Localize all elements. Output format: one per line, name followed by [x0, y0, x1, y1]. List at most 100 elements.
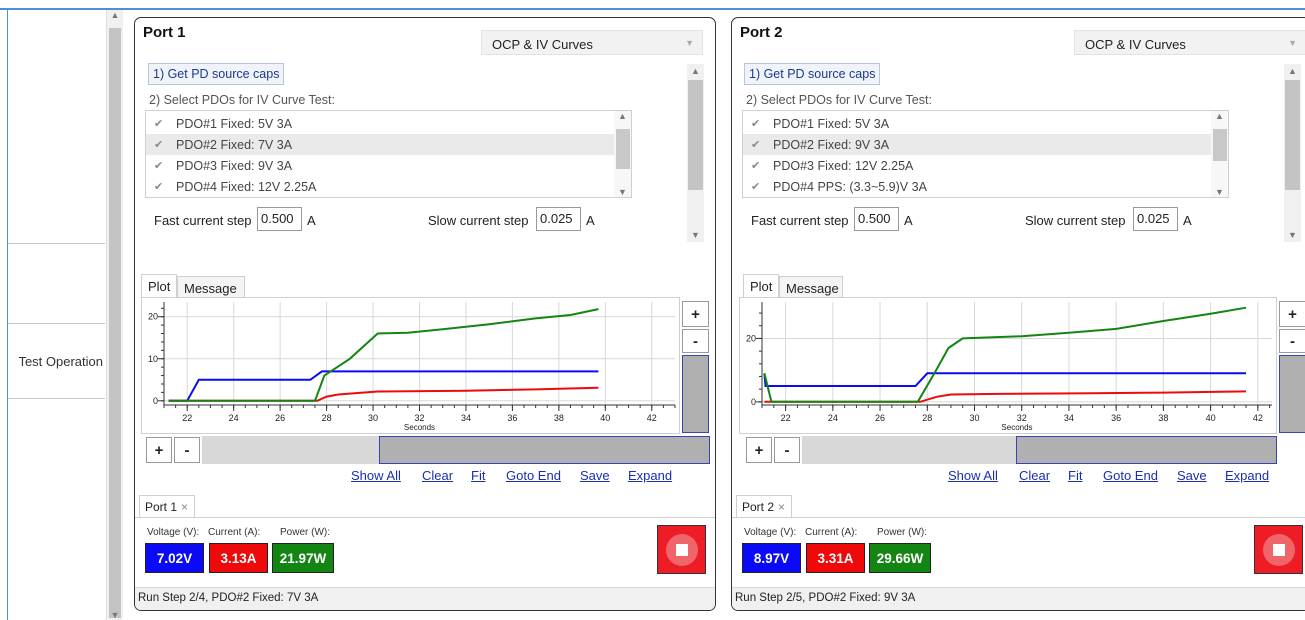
fast-step-input[interactable]: 0.500 — [257, 207, 302, 231]
scroll-up-arrow-icon[interactable]: ▲ — [614, 111, 631, 121]
get-pd-source-caps-button[interactable]: 1) Get PD source caps — [744, 63, 881, 85]
scrollbar-thumb[interactable] — [682, 355, 709, 433]
plot-zoom-out-button[interactable]: - — [1279, 329, 1305, 353]
settings-scrollbar[interactable]: ▲ ▼ — [687, 64, 704, 242]
scrollbar-thumb[interactable] — [1279, 355, 1305, 433]
x-zoom-out-button[interactable]: - — [774, 437, 800, 463]
status-bar: Run Step 2/4, PDO#2 Fixed: 7V 3A — [135, 587, 715, 610]
scroll-up-arrow-icon[interactable]: ▲ — [1211, 111, 1228, 121]
plot-area[interactable]: 22 24 26 28 30 32 34 36 38 40 42 0 20 Seconds — [739, 297, 1277, 434]
scrollbar-thumb[interactable] — [109, 28, 121, 618]
pdo-label: PDO#3 Fixed: 12V 2.25A — [773, 158, 914, 173]
mode-select[interactable]: OCP & IV Curves ▼ — [1074, 30, 1305, 55]
checkbox-checked-icon[interactable]: ✔ — [154, 180, 176, 193]
pdo-list-scrollbar[interactable]: ▲ ▼ — [1211, 111, 1228, 197]
stop-button[interactable] — [1254, 525, 1303, 574]
checkbox-checked-icon[interactable]: ✔ — [751, 180, 773, 193]
series-line — [764, 390, 1247, 403]
session-tab[interactable]: Port 2 × — [736, 495, 793, 518]
pdo-item[interactable]: ✔ PDO#3 Fixed: 9V 3A — [146, 155, 624, 176]
plot-vertical-scrollbar[interactable] — [1279, 355, 1305, 433]
mode-select[interactable]: OCP & IV Curves ▼ — [481, 30, 703, 55]
scroll-down-arrow-icon[interactable]: ▼ — [687, 230, 704, 240]
plot-vertical-scrollbar[interactable] — [682, 355, 709, 433]
tab-message[interactable]: Message — [177, 276, 245, 298]
x-tick-label: 24 — [828, 413, 838, 423]
nav-item-test-operation[interactable]: Test Operation — [8, 323, 105, 399]
plot-zoom-out-button[interactable]: - — [682, 329, 709, 353]
fit-link[interactable]: Fit — [1068, 468, 1082, 483]
clear-link[interactable]: Clear — [1019, 468, 1050, 483]
scroll-down-arrow-icon[interactable]: ▼ — [1284, 230, 1301, 240]
pdo-item[interactable]: ✔ PDO#2 Fixed: 9V 3A — [743, 134, 1221, 155]
pdo-list-scrollbar[interactable]: ▲ ▼ — [614, 111, 631, 197]
scrollbar-thumb[interactable] — [688, 80, 703, 190]
show-all-link[interactable]: Show All — [351, 468, 401, 483]
scrollbar-thumb[interactable] — [616, 129, 630, 169]
scroll-down-arrow-icon[interactable]: ▼ — [1211, 187, 1228, 197]
scroll-up-arrow-icon[interactable]: ▲ — [107, 10, 123, 20]
expand-link[interactable]: Expand — [628, 468, 672, 483]
pdo-item[interactable]: ✔ PDO#1 Fixed: 5V 3A — [146, 113, 624, 134]
settings-scrollbar[interactable]: ▲ ▼ — [1284, 64, 1301, 242]
slow-step-input[interactable]: 0.025 — [536, 207, 581, 231]
scroll-up-arrow-icon[interactable]: ▲ — [687, 66, 704, 76]
pdo-item[interactable]: ✔ PDO#4 PPS: (3.3~5.9)V 3A — [743, 176, 1221, 197]
scroll-down-arrow-icon[interactable]: ▼ — [107, 610, 123, 620]
pdo-item[interactable]: ✔ PDO#3 Fixed: 12V 2.25A — [743, 155, 1221, 176]
expand-link[interactable]: Expand — [1225, 468, 1269, 483]
checkbox-checked-icon[interactable]: ✔ — [154, 159, 176, 172]
checkbox-checked-icon[interactable]: ✔ — [154, 138, 176, 151]
goto-end-link[interactable]: Goto End — [506, 468, 561, 483]
pdo-list[interactable]: ✔ PDO#1 Fixed: 5V 3A ✔ PDO#2 Fixed: 7V 3A … — [145, 110, 632, 198]
x-zoom-in-button[interactable]: + — [746, 437, 772, 463]
plot-area[interactable]: 22 24 26 28 30 32 34 36 38 40 42 0 10 20 Seconds — [141, 297, 680, 434]
save-link[interactable]: Save — [580, 468, 610, 483]
clear-link[interactable]: Clear — [422, 468, 453, 483]
fit-link[interactable]: Fit — [471, 468, 485, 483]
goto-end-link[interactable]: Goto End — [1103, 468, 1158, 483]
pdo-item[interactable]: ✔ PDO#2 Fixed: 7V 3A — [146, 134, 624, 155]
tab-message[interactable]: Message — [779, 276, 843, 298]
close-icon[interactable]: × — [181, 500, 188, 514]
checkbox-checked-icon[interactable]: ✔ — [751, 138, 773, 151]
scroll-down-arrow-icon[interactable]: ▼ — [614, 187, 631, 197]
scrollbar-thumb[interactable] — [1213, 129, 1227, 161]
stop-button[interactable] — [657, 525, 706, 574]
tab-plot[interactable]: Plot — [141, 274, 177, 298]
pdo-label: PDO#1 Fixed: 5V 3A — [773, 116, 890, 131]
y-tick-label: 0 — [153, 396, 158, 406]
pdo-item[interactable]: ✔ PDO#1 Fixed: 5V 3A — [743, 113, 1221, 134]
checkbox-checked-icon[interactable]: ✔ — [154, 117, 176, 130]
scrollbar-thumb[interactable] — [1285, 80, 1300, 190]
main-vertical-scrollbar[interactable]: ▲ ▼ — [106, 10, 123, 620]
scrollbar-thumb[interactable] — [1016, 436, 1277, 464]
series-line — [763, 372, 1246, 387]
get-pd-source-caps-button[interactable]: 1) Get PD source caps — [148, 63, 285, 85]
plot-horizontal-scrollbar[interactable] — [802, 436, 1277, 464]
scrollbar-thumb[interactable] — [379, 436, 710, 464]
session-tab[interactable]: Port 1 × — [139, 495, 196, 518]
x-zoom-in-button[interactable]: + — [146, 437, 172, 463]
save-link[interactable]: Save — [1177, 468, 1207, 483]
x-tick-label: 40 — [600, 413, 610, 423]
pdo-item[interactable]: ✔ PDO#4 Fixed: 12V 2.25A — [146, 176, 624, 197]
tab-plot[interactable]: Plot — [743, 274, 779, 298]
checkbox-checked-icon[interactable]: ✔ — [751, 159, 773, 172]
scroll-up-arrow-icon[interactable]: ▲ — [1284, 66, 1301, 76]
x-tick-label: 32 — [414, 413, 424, 423]
plot-horizontal-scrollbar[interactable] — [202, 436, 710, 464]
plot-zoom-in-button[interactable]: + — [682, 301, 709, 327]
x-zoom-out-button[interactable]: - — [174, 437, 200, 463]
show-all-link[interactable]: Show All — [948, 468, 998, 483]
plot-zoom-in-button[interactable]: + — [1279, 301, 1305, 327]
pdo-list[interactable]: ✔ PDO#1 Fixed: 5V 3A ✔ PDO#2 Fixed: 9V 3A … — [742, 110, 1229, 198]
series-line — [168, 308, 599, 402]
close-icon[interactable]: × — [778, 500, 785, 514]
series-line — [168, 386, 599, 402]
checkbox-checked-icon[interactable]: ✔ — [751, 117, 773, 130]
slow-step-input[interactable]: 0.025 — [1133, 207, 1178, 231]
fast-step-input[interactable]: 0.500 — [854, 207, 899, 231]
x-tick-label: 26 — [875, 413, 885, 423]
y-tick-label: 20 — [746, 333, 756, 343]
